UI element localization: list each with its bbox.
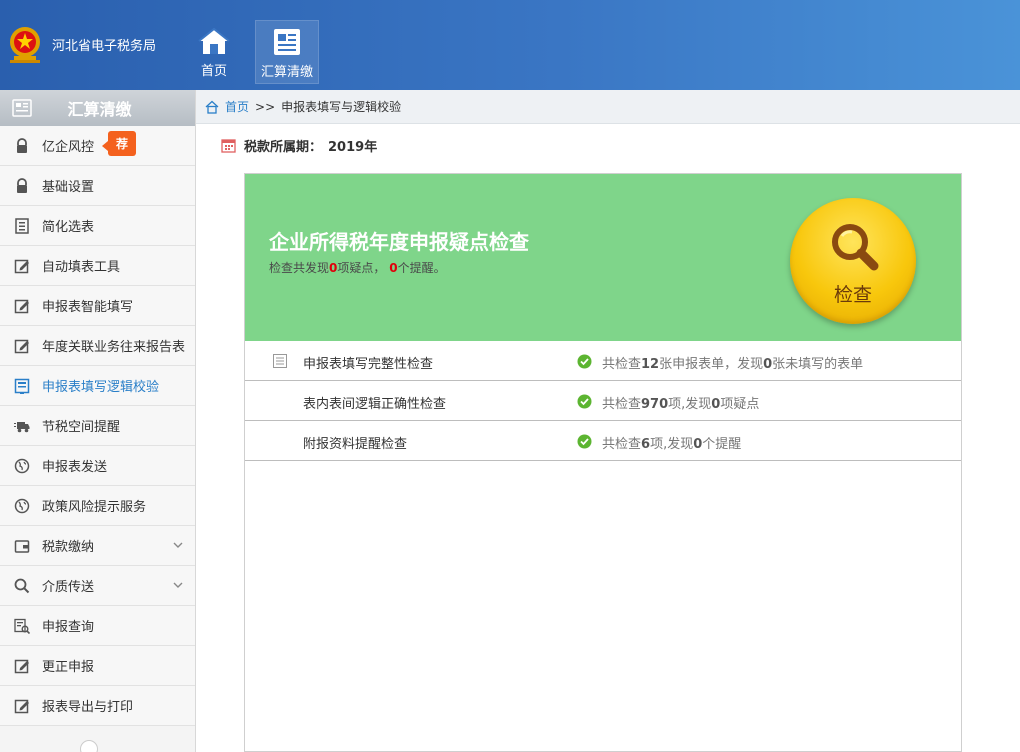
brand[interactable]: 河北省电子税务局 (6, 22, 156, 66)
sidebar-item-risk-control[interactable]: 亿企风控 荐 (0, 126, 195, 166)
sidebar-item-basic-settings[interactable]: 基础设置 (0, 166, 195, 206)
sidebar-item-label: 年度关联业务往来报告表 (42, 340, 186, 355)
sidebar-item-tax-saving[interactable]: 节税空间提醒 (0, 406, 195, 446)
check-name: 附报资料提醒检查 (303, 437, 408, 452)
banner-title: 企业所得税年度申报疑点检查 (269, 230, 529, 254)
sidebar-item-simplified-select[interactable]: 简化选表 (0, 206, 195, 246)
check-name: 表内表间逻辑正确性检查 (303, 397, 447, 412)
sidebar-item-label: 介质传送 (42, 580, 95, 595)
sidebar-item-label: 亿企风控 (42, 140, 95, 155)
sidebar-item-label: 节税空间提醒 (42, 420, 121, 435)
sidebar-item-label: 申报表填写逻辑校验 (42, 380, 160, 395)
sidebar-item-media-transfer[interactable]: 介质传送 (0, 566, 195, 606)
check-ok-icon (577, 354, 592, 369)
sidebar-item-label: 自动填表工具 (42, 260, 121, 275)
sidebar-item-label: 申报表智能填写 (42, 300, 134, 315)
sidebar-item-smart-fill[interactable]: 申报表智能填写 (0, 286, 195, 326)
sidebar-item-label: 报表导出与打印 (42, 700, 134, 715)
edit-icon (14, 339, 29, 353)
check-result: 共检查6项,发现0个提醒 (602, 437, 742, 452)
home-icon (205, 100, 219, 114)
summary-suffix: 个提醒。 (397, 261, 446, 275)
magnifier-icon (832, 224, 879, 271)
top-header: 河北省电子税务局 首页 汇算清缴 (0, 0, 1020, 90)
remind-count: 0 (389, 261, 398, 275)
sidebar-item-policy-risk[interactable]: 政策风险提示服务 (0, 486, 195, 526)
sidebar: 汇算清缴 亿企风控 荐 基础设置 简化选表 自动填表工具 申报表智能填写 年度关… (0, 90, 196, 752)
breadcrumb: 首页 >> 申报表填写与逻辑校验 (196, 90, 1020, 124)
check-button-label: 检查 (833, 284, 872, 306)
sidebar-item-label: 政策风险提示服务 (42, 500, 147, 515)
globe-icon (14, 458, 30, 473)
tax-period: 税款所属期： 2019年 (221, 136, 377, 155)
brand-name: 河北省电子税务局 (52, 38, 157, 54)
breadcrumb-current: 申报表填写与逻辑校验 (281, 100, 402, 114)
sidebar-item-related-transactions[interactable]: 年度关联业务往来报告表 (0, 326, 195, 366)
sidebar-item-send-return[interactable]: 申报表发送 (0, 446, 195, 486)
tax-period-label: 税款所属期： (244, 140, 323, 155)
check-panel: 企业所得税年度申报疑点检查 检查共发现0项疑点， 0个提醒。 检查 申报表填写完… (244, 173, 962, 752)
nav-home-label: 首页 (200, 64, 227, 79)
check-ok-icon (577, 434, 592, 449)
check-row-logic: 表内表间逻辑正确性检查 共检查970项,发现0项疑点 (245, 381, 961, 421)
doc-search-icon (14, 618, 30, 634)
check-result: 共检查12张申报表单，发现0张未填写的表单 (602, 357, 864, 372)
check-banner: 企业所得税年度申报疑点检查 检查共发现0项疑点， 0个提醒。 检查 (245, 174, 961, 341)
search-icon (14, 578, 30, 593)
sidebar-item-correct-declaration[interactable]: 更正申报 (0, 646, 195, 686)
sidebar-header: 汇算清缴 (0, 90, 195, 133)
breadcrumb-separator: >> (255, 99, 276, 114)
check-name: 申报表填写完整性检查 (303, 357, 434, 372)
summary-prefix: 检查共发现 (269, 261, 330, 275)
check-ok-icon (577, 394, 592, 409)
breadcrumb-home-link[interactable]: 首页 (225, 98, 249, 115)
chevron-down-icon[interactable] (173, 540, 183, 550)
nav-tax-settlement[interactable]: 汇算清缴 (255, 20, 319, 84)
sidebar-item-logic-check[interactable]: 申报表填写逻辑校验 (0, 366, 195, 406)
sidebar-item-label: 更正申报 (42, 660, 95, 675)
lock-icon (17, 177, 27, 193)
national-emblem-icon (6, 22, 44, 66)
wallet-icon (14, 539, 30, 553)
check-results: 申报表填写完整性检查 共检查12张申报表单，发现0张未填写的表单 表内表间逻辑正… (245, 341, 961, 461)
sidebar-item-tax-payment[interactable]: 税款缴纳 (0, 526, 195, 566)
check-button[interactable]: 检查 (790, 198, 916, 324)
summary-mid: 项疑点， (337, 261, 386, 275)
edit-icon (14, 659, 29, 673)
edit-icon (14, 699, 29, 713)
document-icon (12, 99, 32, 117)
recommend-badge: 荐 (101, 131, 137, 156)
list-doc-icon (15, 217, 29, 234)
globe-icon (14, 498, 30, 513)
calendar-icon (221, 139, 236, 153)
check-row-completeness: 申报表填写完整性检查 共检查12张申报表单，发现0张未填写的表单 (245, 341, 961, 381)
banner-summary: 检查共发现0项疑点， 0个提醒。 (269, 259, 446, 276)
form-icon (14, 378, 30, 394)
sidebar-item-auto-fill-tool[interactable]: 自动填表工具 (0, 246, 195, 286)
nav-home[interactable]: 首页 (190, 20, 238, 84)
home-icon (198, 27, 230, 54)
sidebar-item-label: 申报查询 (42, 620, 95, 635)
check-result: 共检查970项,发现0项疑点 (602, 397, 760, 412)
lock-icon (17, 137, 27, 153)
edit-icon (14, 259, 29, 273)
truck-icon (14, 421, 30, 432)
chevron-down-icon[interactable] (173, 580, 183, 590)
check-row-attachments: 附报资料提醒检查 共检查6项,发现0个提醒 (245, 421, 961, 461)
list-icon (273, 354, 287, 368)
sidebar-item-label: 税款缴纳 (42, 540, 95, 555)
sidebar-item-declaration-query[interactable]: 申报查询 (0, 606, 195, 646)
edit-icon (14, 299, 29, 313)
sidebar-item-export-print[interactable]: 报表导出与打印 (0, 686, 195, 726)
sidebar-item-label: 基础设置 (42, 180, 95, 195)
sidebar-item-label: 申报表发送 (42, 460, 108, 475)
document-icon (274, 29, 300, 55)
nav-tax-label: 汇算清缴 (260, 65, 313, 80)
sidebar-collapse-button[interactable] (80, 740, 98, 752)
sidebar-item-label: 简化选表 (42, 220, 95, 235)
tax-period-value: 2019年 (328, 140, 378, 155)
